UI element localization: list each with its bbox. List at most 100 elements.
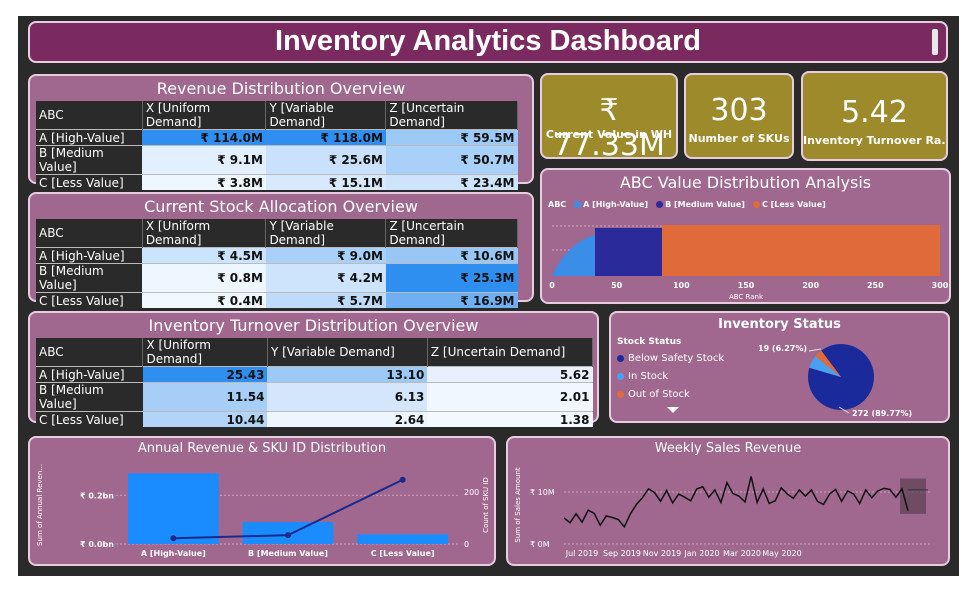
panel-title: ABC Value Distribution Analysis xyxy=(619,173,872,192)
legend-dot xyxy=(752,201,760,208)
matrix-cell[interactable]: ₹ 50.7M xyxy=(385,145,518,175)
pie-slices xyxy=(808,344,874,410)
matrix-cell[interactable]: ₹ 4.5M xyxy=(142,247,266,264)
matrix-row: B [Medium Value] ₹ 0.8M ₹ 4.2M ₹ 25.3M xyxy=(36,263,518,293)
kpi-label: Current Value in WH xyxy=(545,128,673,141)
column-header[interactable]: Y [Variable Demand] xyxy=(267,338,428,367)
matrix-cell[interactable]: ₹ 5.7M xyxy=(265,292,386,308)
row-header[interactable]: B [Medium Value] xyxy=(36,145,143,175)
matrix-cell[interactable]: ₹ 23.4M xyxy=(385,174,518,190)
legend-item-c[interactable]: C [Less Value] xyxy=(752,200,826,209)
column-header[interactable]: ABC xyxy=(36,338,144,367)
matrix-cell[interactable]: 1.38 xyxy=(427,411,593,427)
matrix-cell[interactable]: ₹ 0.8M xyxy=(142,263,266,293)
matrix-cell[interactable]: 13.10 xyxy=(267,366,428,383)
legend-item-out-of-stock[interactable]: Out of Stock xyxy=(617,385,724,403)
row-header[interactable]: C [Less Value] xyxy=(36,411,143,427)
matrix-cell[interactable]: ₹ 59.5M xyxy=(385,129,518,146)
x-axis-label: ABC Rank xyxy=(729,293,764,301)
line-point[interactable] xyxy=(170,535,177,542)
area-c-less-value xyxy=(662,225,940,276)
row-header[interactable]: A [High-Value] xyxy=(36,366,143,383)
panel-title: Annual Revenue & SKU ID Distribution xyxy=(137,441,387,456)
x-tick-label: B [Medium Value] xyxy=(248,549,328,558)
legend-label: B [Medium Value] xyxy=(665,200,745,209)
matrix-row: B [Medium Value] ₹ 9.1M ₹ 25.6M ₹ 50.7M xyxy=(36,145,518,175)
x-tick-label: 200 xyxy=(802,281,819,290)
bar[interactable] xyxy=(357,534,448,544)
matrix-cell[interactable]: 25.43 xyxy=(142,366,268,383)
x-tick-label: 250 xyxy=(867,281,884,290)
x-tick-label: Mar 2020 xyxy=(723,549,761,558)
y-axis-title: Sum of Annual Reven... xyxy=(36,464,44,546)
y-axis-title: Sum of Sales Amount xyxy=(514,467,522,543)
matrix-cell[interactable]: ₹ 9.0M xyxy=(265,247,386,264)
matrix-cell[interactable]: ₹ 118.0M xyxy=(265,129,386,146)
x-tick-label: 150 xyxy=(738,281,755,290)
legend-dot xyxy=(656,201,664,208)
column-header[interactable]: X [Uniform Demand] xyxy=(142,101,267,130)
matrix-cell[interactable]: ₹ 114.0M xyxy=(142,129,266,146)
row-header[interactable]: C [Less Value] xyxy=(36,174,143,190)
stock-allocation-panel: Current Stock Allocation Overview ABC X [… xyxy=(28,192,534,308)
y2-axis-title: Count of SKU ID xyxy=(482,477,490,533)
abc-area-chart: 0 50 100 150 200 250 300 ABC Rank xyxy=(549,225,949,301)
matrix-cell[interactable]: 2.01 xyxy=(427,382,593,412)
legend-item-b[interactable]: B [Medium Value] xyxy=(656,200,745,209)
legend-item-below-safety[interactable]: Below Safety Stock xyxy=(617,349,724,367)
matrix-cell[interactable]: ₹ 3.8M xyxy=(142,174,266,190)
matrix-cell[interactable]: ₹ 25.3M xyxy=(385,263,518,293)
column-header[interactable]: Y [Variable Demand] xyxy=(265,101,387,130)
line-point[interactable] xyxy=(399,476,406,483)
legend-scroll-down-icon[interactable] xyxy=(667,407,679,413)
column-header[interactable]: Z [Uncertain Demand] xyxy=(385,219,518,248)
matrix-cell[interactable]: 2.64 xyxy=(267,411,428,427)
x-tick-label: C [Less Value] xyxy=(371,549,435,558)
panel-title: Inventory Turnover Distribution Overview xyxy=(148,316,479,335)
row-header[interactable]: B [Medium Value] xyxy=(36,382,143,412)
line-point[interactable] xyxy=(285,532,291,539)
row-header[interactable]: A [High-Value] xyxy=(36,247,143,264)
matrix-row: C [Less Value] 10.44 2.64 1.38 xyxy=(36,411,593,427)
matrix-cell[interactable]: 6.13 xyxy=(267,382,428,412)
stock-matrix: ABC X [Uniform Demand] Y [Variable Demand]… xyxy=(36,219,518,308)
column-header[interactable]: X [Uniform Demand] xyxy=(142,338,268,367)
row-header[interactable]: C [Less Value] xyxy=(36,292,143,308)
legend-label: In Stock xyxy=(628,370,669,382)
pie-label-small: 19 (6.27%) xyxy=(758,344,807,353)
row-header[interactable]: A [High-Value] xyxy=(36,129,143,146)
matrix-cell[interactable]: 11.54 xyxy=(142,382,268,412)
column-header[interactable]: ABC xyxy=(36,219,143,248)
revenue-matrix: ABC X [Uniform Demand] Y [Variable Demand]… xyxy=(36,101,518,190)
matrix-cell[interactable]: ₹ 10.6M xyxy=(385,247,518,264)
x-axis-ticks: 0 50 100 150 200 250 300 xyxy=(549,281,949,290)
matrix-cell[interactable]: ₹ 25.6M xyxy=(265,145,386,175)
panel-title: Weekly Sales Revenue xyxy=(654,441,802,456)
matrix-cell[interactable]: ₹ 16.9M xyxy=(385,292,518,308)
legend-item-in-stock[interactable]: In Stock xyxy=(617,367,724,385)
column-header[interactable]: X [Uniform Demand] xyxy=(142,219,267,248)
column-header[interactable]: Z [Uncertain Demand] xyxy=(385,101,518,130)
column-header[interactable]: Z [Uncertain Demand] xyxy=(427,338,594,367)
matrix-cell[interactable]: ₹ 4.2M xyxy=(265,263,386,293)
legend-item-a[interactable]: A [High-Value] xyxy=(574,200,648,209)
matrix-cell[interactable]: ₹ 0.4M xyxy=(142,292,266,308)
matrix-header-row: ABC X [Uniform Demand] Y [Variable Demand]… xyxy=(36,338,594,367)
matrix-cell[interactable]: ₹ 9.1M xyxy=(142,145,266,175)
matrix-row: A [High-Value] ₹ 114.0M ₹ 118.0M ₹ 59.5M xyxy=(36,129,518,146)
matrix-cell[interactable]: ₹ 15.1M xyxy=(265,174,386,190)
kpi-label: Number of SKUs xyxy=(688,132,790,145)
x-tick-label: 50 xyxy=(611,281,623,290)
y-tick-label: ₹ 10M xyxy=(530,488,555,497)
x-tick-label: A [High-Value] xyxy=(141,549,206,558)
bar[interactable] xyxy=(128,473,219,544)
row-header[interactable]: B [Medium Value] xyxy=(36,263,143,293)
column-header[interactable]: Y [Variable Demand] xyxy=(265,219,387,248)
area-b-medium-value xyxy=(595,228,662,276)
column-header[interactable]: ABC xyxy=(36,101,143,130)
scrollbar[interactable] xyxy=(932,29,938,55)
matrix-cell[interactable]: 10.44 xyxy=(142,411,268,427)
matrix-cell[interactable]: 5.62 xyxy=(427,366,593,383)
revenue-distribution-panel: Revenue Distribution Overview ABC X [Unif… xyxy=(28,74,534,190)
kpi-label: Inventory Turnover Ra... xyxy=(803,134,946,147)
